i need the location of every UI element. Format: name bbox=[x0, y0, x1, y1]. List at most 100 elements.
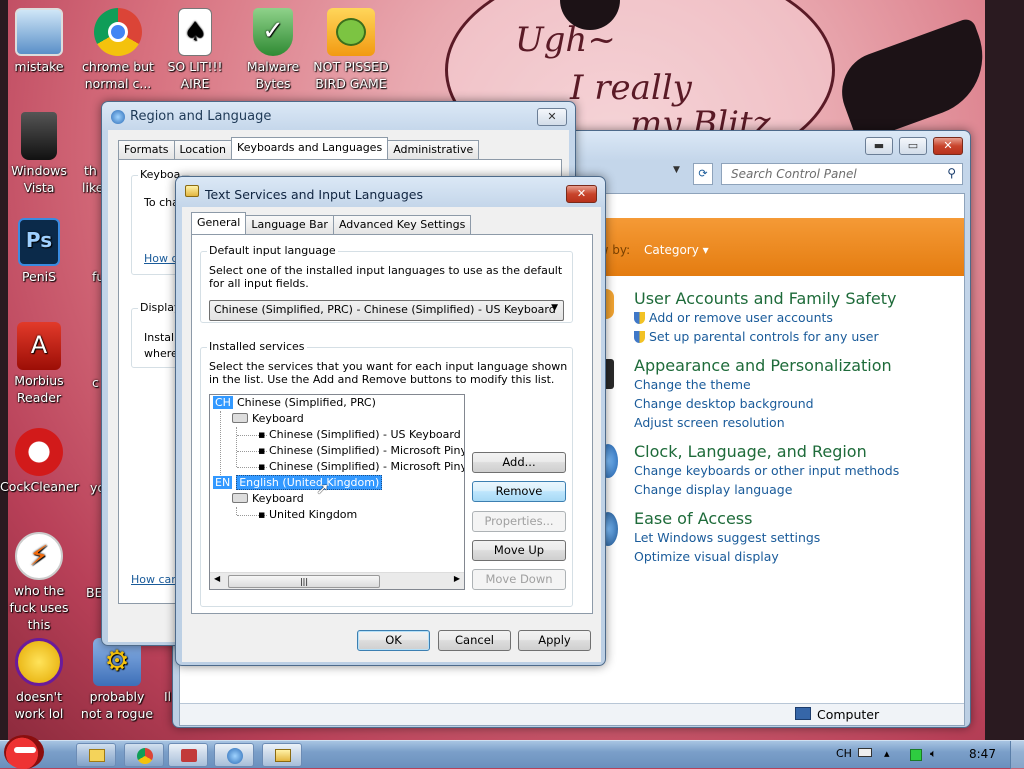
category-link[interactable]: Change keyboards or other input methods bbox=[634, 461, 899, 480]
tree-line bbox=[236, 427, 237, 467]
category-clock-language: Clock, Language, and Region Change keybo… bbox=[634, 442, 899, 499]
category-heading[interactable]: Ease of Access bbox=[634, 509, 820, 528]
ccleaner-icon bbox=[15, 428, 63, 476]
tree-language-chinese[interactable]: CH Chinese (Simplified, PRC) bbox=[213, 396, 376, 409]
desktop-icon-bad-piggies[interactable]: NOT PISSED BIRD GAME bbox=[312, 8, 390, 92]
default-language-select[interactable]: Chinese (Simplified, PRC) - Chinese (Sim… bbox=[209, 300, 564, 321]
maximize-button[interactable]: ▭ bbox=[899, 137, 927, 155]
category-link[interactable]: Add or remove user accounts bbox=[634, 308, 897, 327]
category-link[interactable]: Set up parental controls for any user bbox=[634, 327, 897, 346]
text-services-dialog[interactable]: Text Services and Input Languages ✕ Gene… bbox=[175, 176, 606, 666]
folder-icon bbox=[89, 749, 105, 762]
tab-location[interactable]: Location bbox=[173, 140, 233, 159]
tab-administrative[interactable]: Administrative bbox=[387, 140, 480, 159]
category-link[interactable]: Let Windows suggest settings bbox=[634, 528, 820, 547]
scroll-left-icon[interactable]: ◀ bbox=[214, 574, 220, 583]
bullet-icon: ▪ bbox=[258, 444, 269, 457]
network-icon[interactable] bbox=[910, 749, 922, 761]
tree-keyboard-node[interactable]: Keyboard bbox=[232, 492, 304, 505]
tree-service-item[interactable]: ▪ Chinese (Simplified) - US Keyboard bbox=[258, 428, 461, 441]
installed-services-tree[interactable]: CH Chinese (Simplified, PRC) Keyboard ▪ C… bbox=[209, 394, 465, 590]
move-down-button[interactable]: Move Down bbox=[472, 569, 566, 590]
tree-line bbox=[220, 411, 221, 483]
category-heading[interactable]: Appearance and Personalization bbox=[634, 356, 892, 375]
desktop-icon-ccleaner[interactable]: CockCleaner bbox=[0, 428, 79, 495]
service-label: United Kingdom bbox=[268, 508, 358, 521]
adobe-reader-icon: A bbox=[17, 322, 61, 370]
malwarebytes-icon: ✓ bbox=[253, 8, 293, 56]
taskbar-control-panel-button[interactable] bbox=[214, 743, 254, 767]
taskbar-window-button[interactable] bbox=[168, 743, 208, 767]
taskbar-chrome-button[interactable] bbox=[124, 743, 164, 767]
desktop-icon-photoshop[interactable]: Ps PeniS bbox=[0, 218, 78, 285]
show-desktop-button[interactable] bbox=[1010, 741, 1024, 769]
how-can-link[interactable]: How can bbox=[131, 573, 178, 586]
desktop-icon-chrome[interactable]: chrome but normal c... bbox=[79, 8, 157, 92]
address-dropdown-icon[interactable]: ▼ bbox=[673, 165, 687, 179]
service-label: Chinese (Simplified) - Microsoft Pinyin … bbox=[268, 444, 464, 457]
app-icon bbox=[181, 749, 197, 762]
desktop-icon-mistake[interactable]: mistake bbox=[0, 8, 78, 75]
tree-service-item[interactable]: ▪ United Kingdom bbox=[258, 508, 357, 521]
tray-chevron-icon[interactable]: ▴ bbox=[884, 747, 890, 760]
category-link[interactable]: Adjust screen resolution bbox=[634, 413, 892, 432]
chrome-icon bbox=[137, 748, 153, 764]
ok-button[interactable]: OK bbox=[357, 630, 430, 651]
refresh-icon[interactable]: ⟳ bbox=[693, 163, 713, 185]
desktop-icon-solitaire[interactable]: ♠ SO LIT!!! AIRE bbox=[156, 8, 234, 92]
tree-keyboard-node[interactable]: Keyboard bbox=[232, 412, 304, 425]
apply-button[interactable]: Apply bbox=[518, 630, 591, 651]
desktop-icon-malwarebytes[interactable]: ✓ Malware Bytes bbox=[234, 8, 312, 92]
desktop-icon-recycle-bin[interactable]: Windows Vista bbox=[0, 112, 78, 196]
tab-language-bar[interactable]: Language Bar bbox=[245, 215, 334, 234]
category-link[interactable]: Optimize visual display bbox=[634, 547, 820, 566]
category-heading[interactable]: User Accounts and Family Safety bbox=[634, 289, 897, 308]
tab-general[interactable]: General bbox=[191, 212, 247, 234]
close-button[interactable]: ✕ bbox=[537, 108, 567, 126]
solitaire-icon: ♠ bbox=[178, 8, 212, 56]
tab-formats[interactable]: Formats bbox=[118, 140, 175, 159]
minimize-button[interactable]: ▬ bbox=[865, 137, 893, 155]
desktop-icon-rogue[interactable]: ⚙ probably not a rogue bbox=[78, 638, 156, 722]
keyboard-label: Keyboard bbox=[252, 492, 304, 505]
volume-icon[interactable]: 🔈︎ bbox=[930, 747, 937, 761]
keyboard-icon bbox=[275, 749, 291, 762]
language-indicator[interactable]: CH bbox=[836, 747, 852, 760]
service-label: Chinese (Simplified) - US Keyboard bbox=[268, 428, 461, 441]
scrollbar-thumb[interactable]: ||| bbox=[228, 575, 380, 588]
group-description: Select the services that you want for ea… bbox=[209, 360, 568, 386]
remove-button[interactable]: Remove bbox=[472, 481, 566, 502]
bullet-icon: ▪ bbox=[258, 508, 269, 521]
how-do-link[interactable]: How d bbox=[144, 252, 178, 265]
properties-button[interactable]: Properties... bbox=[472, 511, 566, 532]
search-control-panel-input[interactable]: Search Control Panel ⚲ bbox=[721, 163, 963, 185]
scroll-right-icon[interactable]: ▶ bbox=[454, 574, 460, 583]
category-link[interactable]: Change desktop background bbox=[634, 394, 892, 413]
taskbar-text-services-button[interactable] bbox=[262, 743, 302, 767]
tree-service-item[interactable]: ▪ Chinese (Simplified) - Microsoft Pinyi… bbox=[258, 444, 464, 457]
view-by-dropdown[interactable]: Category bbox=[644, 243, 699, 257]
desktop-icon-winamp[interactable]: ⚡ who the fuck uses this bbox=[0, 532, 78, 633]
category-link[interactable]: Change the theme bbox=[634, 375, 892, 394]
tree-horizontal-scrollbar[interactable]: ◀ ||| ▶ bbox=[210, 572, 464, 589]
tab-keyboards-languages[interactable]: Keyboards and Languages bbox=[231, 137, 389, 159]
keyboard-layout-icon[interactable] bbox=[858, 748, 872, 757]
desktop-icon-yahoo[interactable]: doesn't work lol bbox=[0, 638, 78, 722]
selected-value: Chinese (Simplified, PRC) - Chinese (Sim… bbox=[214, 303, 556, 316]
taskbar-explorer-button[interactable] bbox=[76, 743, 116, 767]
desktop-icon-adobe-reader[interactable]: A Morbius Reader bbox=[0, 322, 78, 406]
close-button[interactable]: ✕ bbox=[933, 137, 963, 155]
category-heading[interactable]: Clock, Language, and Region bbox=[634, 442, 899, 461]
search-icon[interactable]: ⚲ bbox=[947, 166, 956, 180]
language-label: Chinese (Simplified, PRC) bbox=[236, 396, 376, 409]
cancel-button[interactable]: Cancel bbox=[438, 630, 511, 651]
add-button[interactable]: Add... bbox=[472, 452, 566, 473]
tab-advanced-key-settings[interactable]: Advanced Key Settings bbox=[332, 215, 472, 234]
category-link[interactable]: Change display language bbox=[634, 480, 899, 499]
start-button[interactable] bbox=[4, 735, 44, 769]
move-up-button[interactable]: Move Up bbox=[472, 540, 566, 561]
clock[interactable]: 8:47 bbox=[969, 747, 996, 761]
close-button[interactable]: ✕ bbox=[566, 185, 597, 203]
tree-service-item[interactable]: ▪ Chinese (Simplified) - Microsoft Pinyi… bbox=[258, 460, 464, 473]
tree-language-english[interactable]: EN English (United Kingdom) bbox=[213, 475, 383, 490]
